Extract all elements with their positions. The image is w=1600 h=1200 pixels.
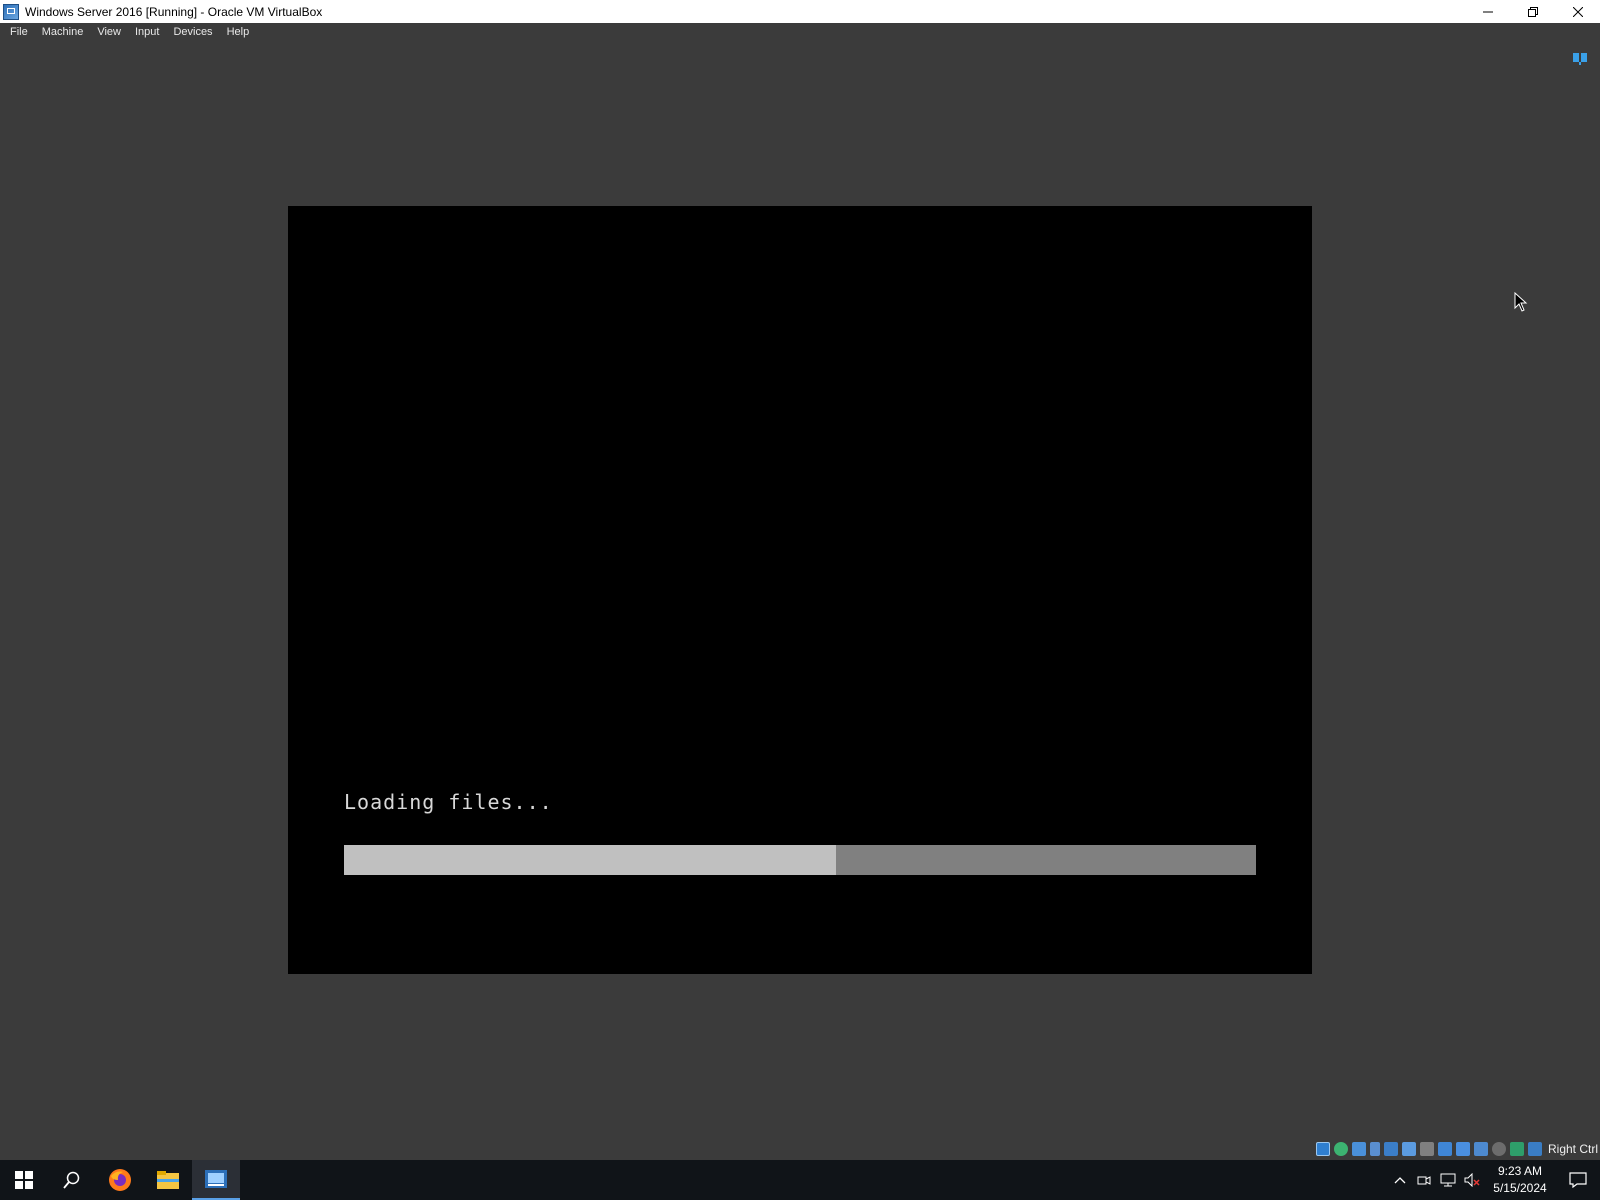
shared-folders-icon[interactable]: [1419, 1142, 1434, 1156]
host-taskbar: 9:23 AM 5/15/2024: [0, 1160, 1600, 1200]
menu-help[interactable]: Help: [220, 23, 257, 42]
minimize-icon: [1482, 11, 1493, 12]
window-controls: [1465, 0, 1600, 23]
cpu-icon[interactable]: [1491, 1142, 1506, 1156]
minimize-button[interactable]: [1465, 0, 1510, 23]
window-title: Windows Server 2016 [Running] - Oracle V…: [25, 4, 323, 19]
start-icon: [15, 1171, 33, 1189]
menu-file[interactable]: File: [0, 23, 35, 42]
search-icon: [63, 1171, 80, 1189]
recording-icon[interactable]: [1455, 1142, 1470, 1156]
notification-center-icon[interactable]: [1572, 52, 1588, 66]
taskbar-virtualbox-vm[interactable]: [192, 1160, 240, 1200]
tray-meet-now[interactable]: [1412, 1160, 1436, 1200]
vm-display[interactable]: Loading files...: [288, 206, 1312, 974]
close-button[interactable]: [1555, 0, 1600, 23]
host-key-label[interactable]: Right Ctrl: [1548, 1142, 1598, 1156]
close-icon: [1572, 6, 1583, 17]
camera-icon: [1417, 1176, 1431, 1185]
menu-devices[interactable]: Devices: [166, 23, 219, 42]
network-icon[interactable]: [1383, 1142, 1398, 1156]
loading-progress-fill: [344, 845, 837, 875]
restore-icon: [1527, 6, 1538, 17]
usb-icon[interactable]: [1401, 1142, 1416, 1156]
floppy-icon[interactable]: [1351, 1142, 1366, 1156]
clock-date: 5/15/2024: [1493, 1181, 1547, 1195]
taskbar-firefox[interactable]: [96, 1160, 144, 1200]
tray-volume[interactable]: [1460, 1160, 1484, 1200]
menu-machine[interactable]: Machine: [35, 23, 91, 42]
server-2016-icon: [205, 1170, 227, 1188]
video-capture-icon[interactable]: [1473, 1142, 1488, 1156]
system-tray: 9:23 AM 5/15/2024: [1388, 1160, 1600, 1200]
loading-progress-bar: [344, 845, 1256, 875]
search-button[interactable]: [48, 1160, 96, 1200]
tray-overflow-button[interactable]: [1388, 1160, 1412, 1200]
hard-disk-icon[interactable]: [1315, 1142, 1330, 1156]
clock-time: 9:23 AM: [1497, 1164, 1543, 1178]
virtualbox-icon: [3, 3, 19, 20]
tray-clock[interactable]: 9:23 AM 5/15/2024: [1484, 1163, 1556, 1197]
audio-icon[interactable]: [1369, 1142, 1380, 1156]
firefox-icon: [109, 1169, 131, 1191]
display-icon[interactable]: [1437, 1142, 1452, 1156]
menu-view[interactable]: View: [90, 23, 128, 42]
start-button[interactable]: [0, 1160, 48, 1200]
action-center-button[interactable]: [1556, 1160, 1600, 1200]
vm-status-bar: Right Ctrl: [0, 1138, 1600, 1160]
mouse-cursor-icon: [1514, 292, 1528, 312]
taskbar-file-explorer[interactable]: [144, 1160, 192, 1200]
optical-drive-icon[interactable]: [1333, 1142, 1348, 1156]
volume-muted-icon: [1464, 1173, 1480, 1187]
file-explorer-icon: [157, 1171, 179, 1189]
notification-icon: [1569, 1172, 1587, 1188]
network-icon: [1440, 1173, 1456, 1187]
loading-text: Loading files...: [344, 790, 553, 814]
tray-network[interactable]: [1436, 1160, 1460, 1200]
chevron-up-icon: [1394, 1177, 1406, 1184]
menu-input[interactable]: Input: [128, 23, 166, 42]
keyboard-icon[interactable]: [1527, 1142, 1542, 1156]
restore-button[interactable]: [1510, 0, 1555, 23]
window-title-bar[interactable]: Windows Server 2016 [Running] - Oracle V…: [0, 0, 1600, 23]
mouse-integration-icon[interactable]: [1509, 1142, 1524, 1156]
menu-bar: File Machine View Input Devices Help: [0, 23, 1600, 42]
